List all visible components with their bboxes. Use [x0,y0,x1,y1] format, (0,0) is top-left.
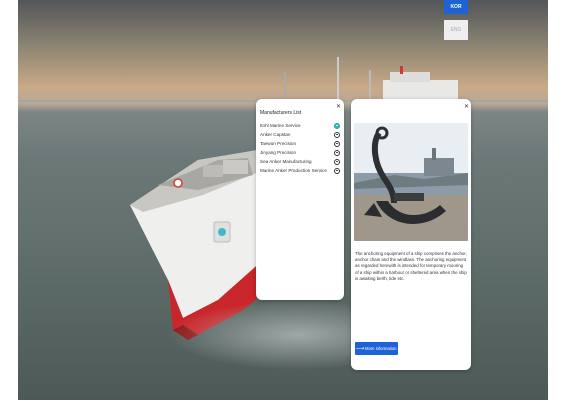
manufacturer-item[interactable]: Marine Anker Production Service [260,166,342,175]
radio-icon[interactable] [334,167,340,174]
info-panel: ✕ The anchoring equipment of a ship comp… [351,99,471,370]
lang-kor-button[interactable]: KOR [444,0,468,14]
manufacturer-label: Sea Anker Manufacturing [260,159,312,164]
close-icon[interactable]: ✕ [464,103,469,110]
manufacturers-title: Manufacturers List [260,110,302,116]
manufacturer-label: Taewon Precision [260,141,297,146]
manufacturers-panel: Manufacturers List ✕ Itohl Marine Servic… [256,99,344,300]
close-icon[interactable]: ✕ [336,103,341,110]
radio-icon[interactable] [334,140,340,147]
manufacturer-label: Marine Anker Production Service [260,168,327,173]
manufacturer-item[interactable]: Taewon Precision [260,139,342,148]
radio-selected-icon[interactable] [334,122,340,129]
manufacturer-item[interactable]: Jinyang Precision [260,148,342,157]
more-information-button[interactable]: ⟶More information [355,342,398,355]
manufacturer-label: Anker Capstan [260,132,291,137]
arrow-right-icon: ⟶ [355,346,365,352]
radio-icon[interactable] [334,131,340,138]
manufacturers-list: Itohl Marine Service Anker Capstan Taewo… [260,121,342,175]
lang-eng-button[interactable]: ENG [444,20,468,40]
anchor-photo [354,123,468,241]
manufacturer-item[interactable]: Anker Capstan [260,130,342,139]
manufacturer-item[interactable]: Sea Anker Manufacturing [260,157,342,166]
info-description: The anchoring equipment of a ship compri… [355,251,467,281]
manufacturer-item[interactable]: Itohl Marine Service [260,121,342,130]
radio-icon[interactable] [334,149,340,156]
more-information-label: More information [365,346,397,351]
manufacturer-label: Itohl Marine Service [260,123,301,128]
radio-icon[interactable] [334,158,340,165]
manufacturer-label: Jinyang Precision [260,150,297,155]
